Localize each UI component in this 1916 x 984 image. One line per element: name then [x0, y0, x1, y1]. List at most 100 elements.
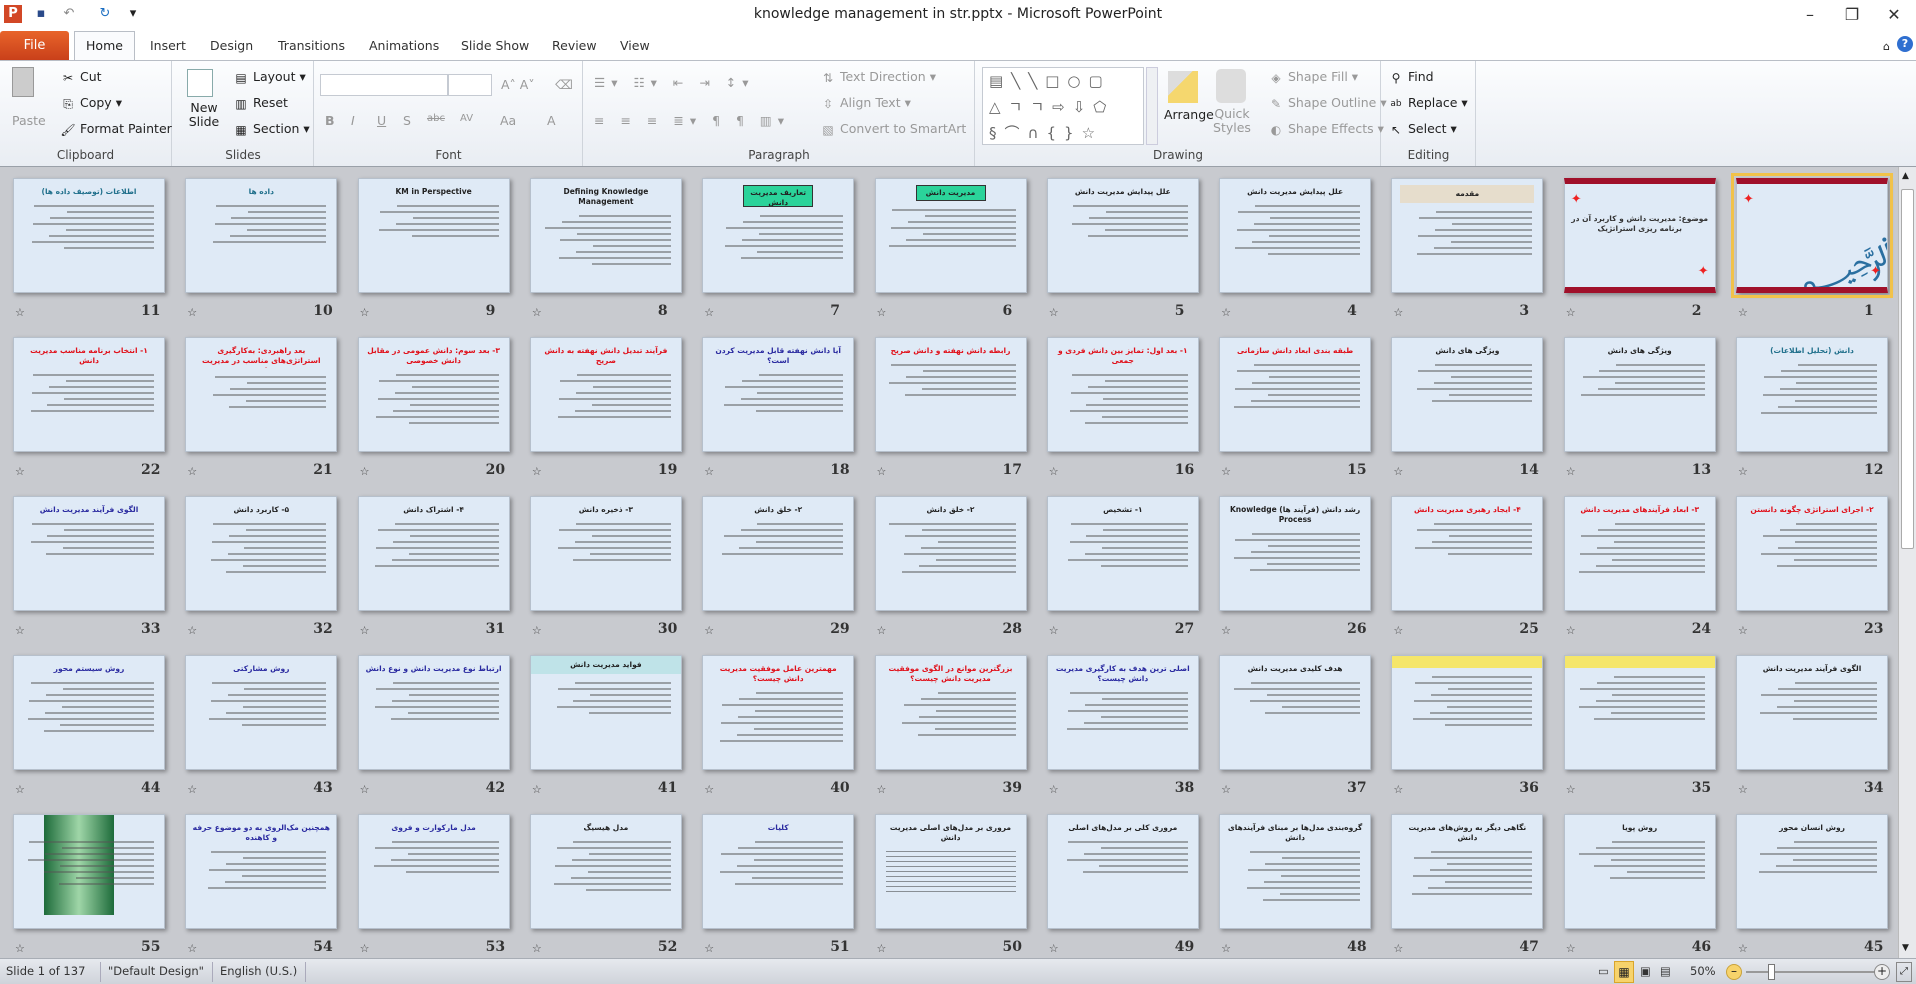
gallery-scroll[interactable]	[1146, 67, 1158, 145]
grow-font-icon[interactable]: A˄ A˅	[501, 77, 535, 92]
transition-icon[interactable]: ☆	[1049, 624, 1059, 637]
slide-thumbnail[interactable]: مقدمه	[1391, 178, 1544, 293]
slide-thumbnail[interactable]: الگوی فرآیند مدیریت دانش	[13, 496, 165, 611]
slide-thumbnail[interactable]: مدل مارکوارت و فروی	[357, 814, 510, 929]
transition-icon[interactable]: ☆	[187, 306, 197, 319]
zoom-in-button[interactable]: +	[1874, 964, 1890, 980]
transition-icon[interactable]: ☆	[1393, 465, 1403, 478]
transition-icon[interactable]: ☆	[1221, 624, 1231, 637]
slide-thumbnail[interactable]: ۳- ابعاد فرآیندهای مدیریت دانش	[1563, 496, 1716, 611]
transition-icon[interactable]: ☆	[187, 783, 197, 796]
transition-icon[interactable]: ☆	[1393, 624, 1403, 637]
minimize-ribbon-icon[interactable]: ⌂	[1883, 40, 1890, 53]
transition-icon[interactable]: ☆	[1393, 942, 1403, 955]
slide-thumbnail[interactable]: مدیریت دانش	[874, 178, 1027, 293]
tab-design[interactable]: Design	[210, 38, 253, 53]
transition-icon[interactable]: ☆	[360, 783, 370, 796]
transition-icon[interactable]: ☆	[1566, 465, 1576, 478]
transition-icon[interactable]: ☆	[877, 306, 887, 319]
shape-effects-button[interactable]: ◐ Shape Effects ▾	[1268, 121, 1384, 138]
underline-button[interactable]: U	[377, 113, 386, 128]
slide-thumbnail[interactable]: مدل هیسیگ	[529, 814, 682, 929]
slide-thumbnail[interactable]: ۲- خلق دانش	[874, 496, 1027, 611]
vertical-scrollbar[interactable]: ▲ ▼	[1898, 167, 1916, 958]
transition-icon[interactable]: ☆	[1566, 783, 1576, 796]
tab-home[interactable]: Home	[74, 31, 135, 61]
zoom-out-button[interactable]: –	[1726, 964, 1742, 980]
transition-icon[interactable]: ☆	[1566, 624, 1576, 637]
list-buttons[interactable]: ☰▾ ☷▾ ⇤ ⇥ ↕▾	[594, 75, 755, 90]
slide-show-view-icon[interactable]: ▤	[1660, 964, 1671, 978]
slide-thumbnail[interactable]: فواید مدیریت دانش	[529, 655, 682, 770]
slide-thumbnail[interactable]: ۴- ایجاد رهبری مدیریت دانش	[1391, 496, 1544, 611]
transition-icon[interactable]: ☆	[877, 783, 887, 796]
transition-icon[interactable]: ☆	[187, 942, 197, 955]
slide-thumbnail[interactable]: رابطه دانش نهفته و دانش صریح	[874, 337, 1027, 452]
transition-icon[interactable]: ☆	[1738, 942, 1748, 955]
transition-icon[interactable]: ☆	[1393, 306, 1403, 319]
slide-thumbnail[interactable]: روش انسان محور	[1736, 814, 1888, 929]
transition-icon[interactable]: ☆	[704, 624, 714, 637]
italic-button[interactable]: I	[351, 113, 355, 128]
transition-icon[interactable]: ☆	[360, 465, 370, 478]
transition-icon[interactable]: ☆	[15, 783, 25, 796]
transition-icon[interactable]: ☆	[532, 306, 542, 319]
language-indicator[interactable]: English (U.S.)	[220, 964, 297, 978]
transition-icon[interactable]: ☆	[704, 942, 714, 955]
transition-icon[interactable]: ☆	[532, 942, 542, 955]
slide-thumbnail[interactable]: داده ها	[185, 178, 338, 293]
slide-thumbnail[interactable]: ۳- ذخیره دانش	[529, 496, 682, 611]
slide-thumbnail[interactable]: همچنین مک‌الروی به دو موضوع حرفه و کاهند…	[185, 814, 338, 929]
new-slide-button[interactable]: New Slide	[181, 101, 227, 129]
reset-button[interactable]: ▥ Reset	[233, 95, 288, 112]
minimize-button[interactable]: –	[1790, 4, 1830, 26]
transition-icon[interactable]: ☆	[360, 942, 370, 955]
slide-sorter-view-icon[interactable]: ▦	[1614, 961, 1634, 983]
slide-thumbnail[interactable]: ارتباط نوع مدیریت دانش و نوع دانش	[357, 655, 510, 770]
slide-thumbnail[interactable]: کلیات	[702, 814, 855, 929]
transition-icon[interactable]: ☆	[1566, 942, 1576, 955]
slide-thumbnail[interactable]	[1391, 655, 1544, 770]
slide-thumbnail[interactable]: ۲- اجرای استراتژی چگونه دانستن	[1736, 496, 1888, 611]
character-spacing-button[interactable]: AV	[460, 113, 473, 124]
transition-icon[interactable]: ☆	[1049, 942, 1059, 955]
scroll-thumb[interactable]	[1901, 189, 1914, 549]
tab-transitions[interactable]: Transitions	[278, 38, 345, 53]
transition-icon[interactable]: ☆	[15, 465, 25, 478]
reading-view-icon[interactable]: ▣	[1640, 964, 1651, 978]
transition-icon[interactable]: ☆	[704, 465, 714, 478]
slide-thumbnail[interactable]: ۱- تشخیص	[1046, 496, 1199, 611]
slide-thumbnail[interactable]: دانش (تحلیل اطلاعات)	[1736, 337, 1888, 452]
slide-thumbnail[interactable]: روش پویا	[1563, 814, 1716, 929]
transition-icon[interactable]: ☆	[1221, 942, 1231, 955]
slide-thumbnail[interactable]: بزرگترین موانع در الگوی موفقیت مدیریت دا…	[874, 655, 1027, 770]
transition-icon[interactable]: ☆	[704, 306, 714, 319]
slide-thumbnail[interactable]: ۲- خلق دانش	[702, 496, 855, 611]
copy-button[interactable]: ⎘ Copy ▾	[60, 95, 122, 112]
slide-thumbnail[interactable]: روش مشارکتی	[185, 655, 338, 770]
bold-button[interactable]: B	[325, 113, 335, 128]
transition-icon[interactable]: ☆	[1049, 465, 1059, 478]
layout-button[interactable]: ▤ Layout ▾	[233, 69, 305, 86]
slide-thumbnail[interactable]: ۴- اشتراک دانش	[357, 496, 510, 611]
scroll-down-icon[interactable]: ▼	[1902, 943, 1909, 953]
transition-icon[interactable]: ☆	[532, 465, 542, 478]
section-button[interactable]: ▦ Section ▾	[233, 121, 309, 138]
tab-review[interactable]: Review	[552, 38, 597, 53]
scroll-up-icon[interactable]: ▲	[1902, 171, 1909, 181]
slide-thumbnail[interactable]: علل پیدایش مدیریت دانش	[1219, 178, 1372, 293]
transition-icon[interactable]: ☆	[1049, 783, 1059, 796]
slide-thumbnail[interactable]: اطلاعات (توصیف داده ها)	[13, 178, 165, 293]
transition-icon[interactable]: ☆	[877, 465, 887, 478]
slide-thumbnail[interactable]: گروه‌بندی مدل‌ها بر مبنای فرآیندهای دانش	[1219, 814, 1372, 929]
slide-thumbnail[interactable]: مدل هلث من	[13, 814, 165, 929]
slide-thumbnail[interactable]: Defining Knowledge Management	[529, 178, 682, 293]
transition-icon[interactable]: ☆	[187, 624, 197, 637]
slide-thumbnail[interactable]: آیا دانش نهفته قابل مدیریت کردن است؟	[702, 337, 855, 452]
transition-icon[interactable]: ☆	[1049, 306, 1059, 319]
slide-thumbnail[interactable]: هدف کلیدی مدیریت دانش	[1219, 655, 1372, 770]
close-button[interactable]: ✕	[1874, 4, 1914, 26]
alignment-buttons[interactable]: ≡ ≡ ≡ ≣▾ ¶ ¶ ▥▾	[594, 113, 790, 128]
transition-icon[interactable]: ☆	[1221, 783, 1231, 796]
replace-button[interactable]: ab Replace ▾	[1388, 95, 1467, 112]
